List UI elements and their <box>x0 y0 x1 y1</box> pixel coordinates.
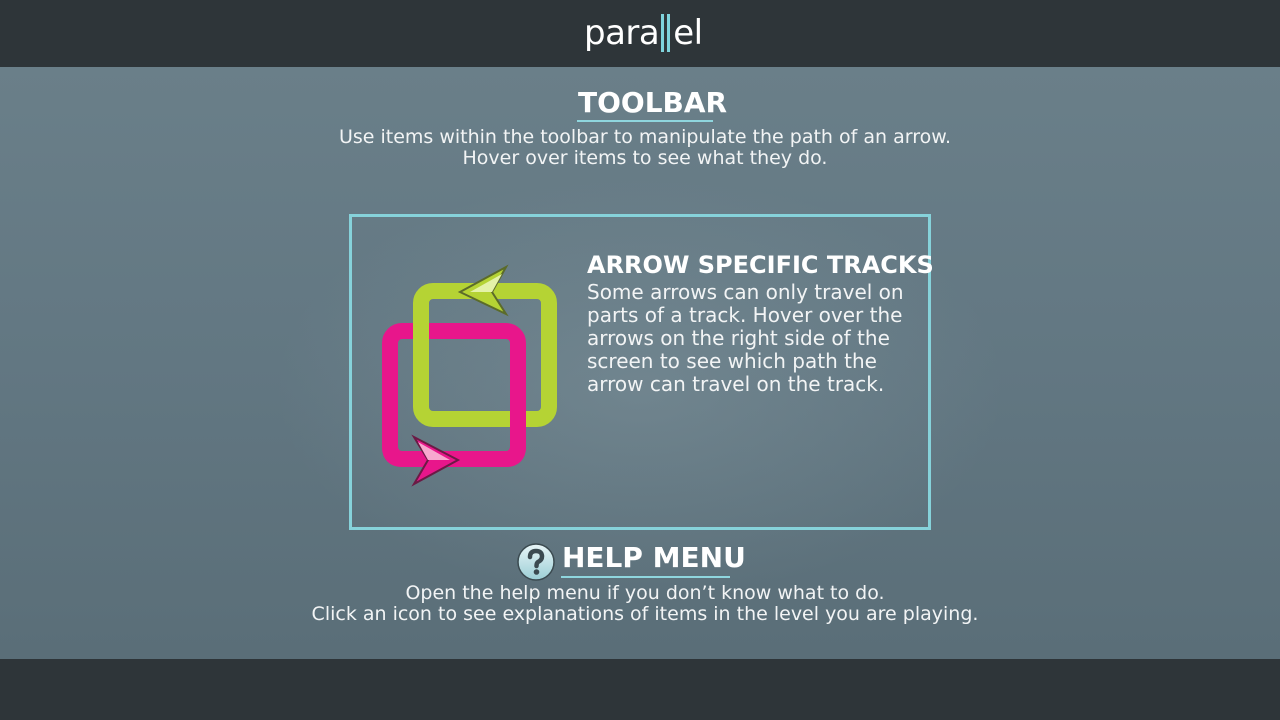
top-bar: para el <box>0 0 1280 67</box>
arrow-tracks-line: arrow can travel on the track. <box>587 372 885 396</box>
question-mark-icon[interactable] <box>517 543 555 581</box>
logo-parallel-bars-icon <box>661 14 671 52</box>
arrow-tracks-line: arrows on the right side of the <box>587 326 890 350</box>
arrow-tracks-title: ARROW SPECIFIC TRACKS <box>587 251 934 279</box>
logo-text-right: el <box>673 13 703 53</box>
toolbar-description-line: Hover over items to see what they do. <box>462 147 828 169</box>
bottom-bar <box>0 659 1280 720</box>
arrow-tracks-line: Some arrows can only travel on <box>587 280 904 304</box>
arrow-tracks-description: Some arrows can only travel on parts of … <box>587 281 917 396</box>
help-menu-description-line: Click an icon to see explanations of ite… <box>311 603 979 625</box>
toolbar-title: TOOLBAR <box>578 86 728 119</box>
toolbar-description-line: Use items within the toolbar to manipula… <box>338 126 952 148</box>
parallel-logo: para el <box>584 10 703 56</box>
help-menu-description-line: Open the help menu if you don’t know wha… <box>405 582 885 604</box>
logo-text-left: para <box>584 13 660 53</box>
help-menu-title: HELP MENU <box>562 541 746 574</box>
toolbar-title-underline <box>577 120 713 122</box>
dual-track-arrows-icon <box>382 264 557 487</box>
arrow-tracks-line: screen to see which path the <box>587 349 877 373</box>
help-menu-title-underline <box>561 576 730 578</box>
toolbar-description: Use items within the toolbar to manipula… <box>280 127 1010 169</box>
arrow-tracks-line: parts of a track. Hover over the <box>587 303 903 327</box>
help-menu-description: Open the help menu if you don’t know wha… <box>260 583 1030 625</box>
